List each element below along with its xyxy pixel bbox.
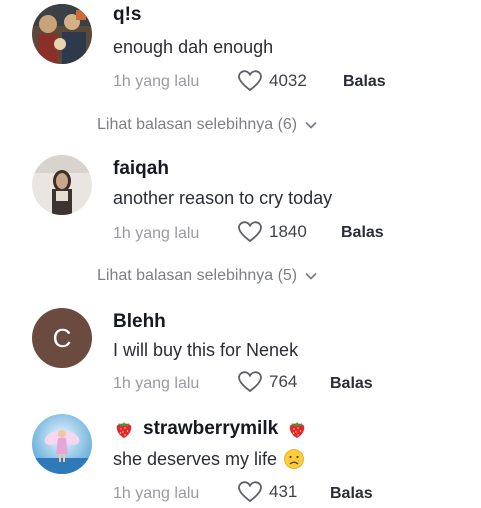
username[interactable]: strawberrymilk (113, 418, 308, 440)
heart-icon[interactable] (238, 221, 262, 243)
reply-button[interactable]: Balas (330, 375, 373, 393)
like-count: 1840 (269, 222, 307, 241)
chevron-down-icon (305, 121, 317, 129)
heart-icon[interactable] (238, 371, 262, 393)
avatar[interactable]: C (32, 308, 92, 368)
view-more-replies[interactable]: Lihat balasan selebihnya (5) (97, 267, 317, 285)
comment-time: 1h yang lalu (113, 375, 200, 392)
username[interactable]: q!s (113, 4, 142, 26)
reply-button[interactable]: Balas (343, 73, 386, 91)
strawberry-icon (286, 418, 308, 440)
comment-text-label: she deserves my life (113, 448, 278, 469)
strawberry-icon (113, 418, 135, 440)
avatar[interactable] (32, 414, 92, 474)
comment-time: 1h yang lalu (113, 73, 200, 90)
reply-button[interactable]: Balas (330, 485, 373, 503)
avatar[interactable] (32, 4, 92, 64)
reply-button[interactable]: Balas (341, 224, 384, 242)
like-count: 764 (269, 372, 298, 391)
heart-icon[interactable] (238, 481, 262, 503)
comment-time: 1h yang lalu (113, 485, 200, 502)
comment-text: I will buy this for Nenek (113, 340, 299, 360)
view-more-label: Lihat balasan selebihnya (6) (97, 116, 298, 133)
username-label: strawberrymilk (143, 418, 279, 439)
view-more-replies[interactable]: Lihat balasan selebihnya (6) (97, 116, 317, 134)
sad-face-icon (283, 448, 305, 470)
chevron-down-icon (305, 272, 317, 280)
view-more-label: Lihat balasan selebihnya (5) (97, 267, 298, 284)
comment-text: she deserves my life (113, 448, 305, 470)
username[interactable]: Blehh (113, 311, 166, 333)
avatar[interactable] (32, 155, 92, 215)
comment-text: enough dah enough (113, 37, 274, 57)
username[interactable]: faiqah (113, 158, 169, 180)
like-count: 4032 (269, 71, 307, 90)
comment-time: 1h yang lalu (113, 225, 200, 242)
comment-text: another reason to cry today (113, 188, 333, 208)
heart-icon[interactable] (238, 70, 262, 92)
avatar-letter: C (52, 322, 72, 353)
like-count: 431 (269, 482, 298, 501)
